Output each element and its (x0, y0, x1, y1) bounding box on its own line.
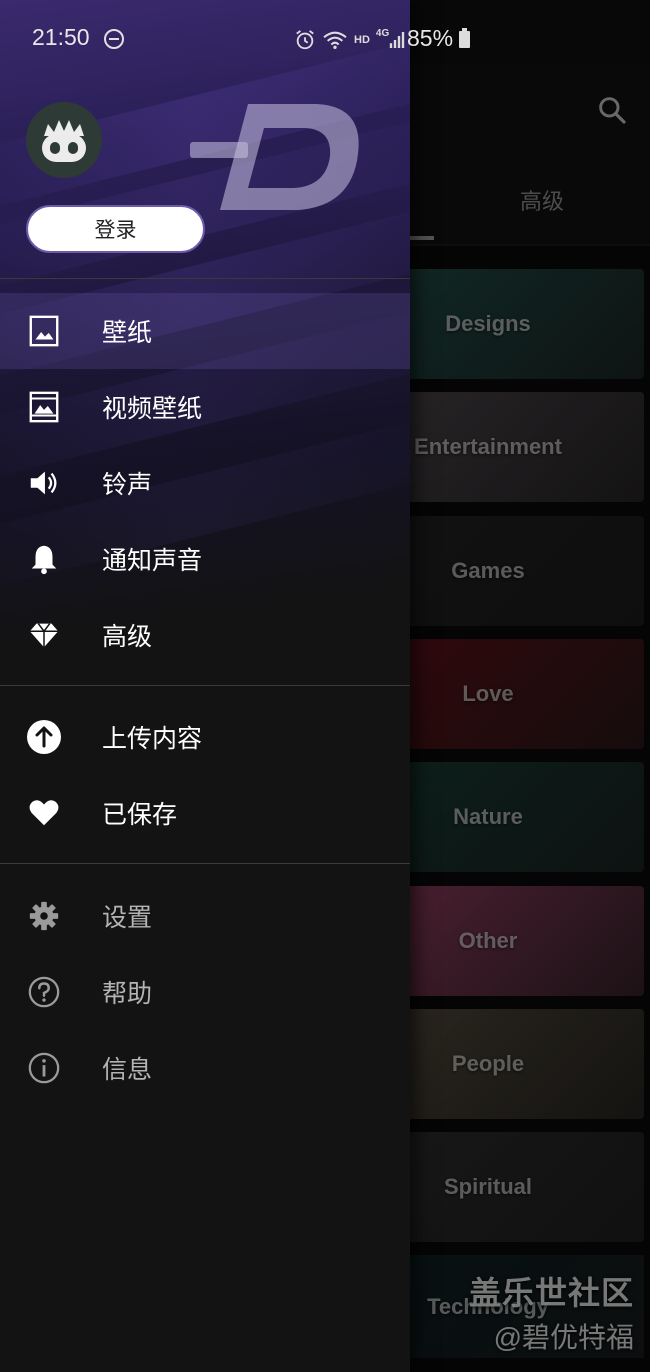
video-wallpaper-icon (26, 389, 62, 425)
alarm-icon (296, 30, 314, 50)
hd-indicator: HD (354, 34, 370, 46)
menu-label: 通知声音 (102, 547, 203, 575)
menu-item-upload[interactable]: 上传内容 (0, 699, 410, 775)
menu-item-notification-sounds[interactable]: 通知声音 (0, 521, 410, 597)
menu-item-info[interactable]: 信息 (0, 1030, 410, 1106)
gear-icon (26, 898, 62, 934)
menu-label: 壁纸 (102, 319, 153, 347)
image-icon (26, 313, 62, 349)
monster-avatar-icon (42, 120, 86, 162)
menu-item-ringtones[interactable]: 铃声 (0, 445, 410, 521)
signal-icon (390, 32, 405, 48)
upload-icon (26, 719, 62, 755)
menu-item-video-wallpapers[interactable]: 视频壁纸 (0, 369, 410, 445)
menu-label: 设置 (102, 904, 153, 932)
section-divider (0, 863, 410, 864)
help-icon (26, 974, 62, 1010)
menu-label: 帮助 (102, 980, 153, 1008)
menu-item-premium[interactable]: 高级 (0, 597, 410, 673)
menu-item-wallpapers[interactable]: 壁纸 (0, 293, 410, 369)
menu-label: 上传内容 (102, 725, 203, 753)
avatar[interactable] (26, 102, 102, 178)
status-icons: HD 4G (294, 28, 405, 52)
info-icon (26, 1050, 62, 1086)
wifi-icon (323, 31, 347, 49)
header-divider (0, 278, 410, 279)
bell-icon (26, 541, 62, 577)
clock: 21:50 (32, 24, 90, 50)
menu-label: 视频壁纸 (102, 395, 203, 423)
heart-icon (26, 795, 62, 831)
menu-label: 铃声 (102, 471, 153, 499)
menu-label: 已保存 (102, 801, 178, 829)
network-type: 4G (375, 27, 390, 39)
menu-item-settings[interactable]: 设置 (0, 878, 410, 954)
menu-item-help[interactable]: 帮助 (0, 954, 410, 1030)
drawer-scrim[interactable] (410, 0, 650, 1372)
status-bar: 21:50 HD 4G 85% (0, 0, 650, 64)
zedge-logo (190, 104, 359, 210)
login-button[interactable]: 登录 (26, 205, 205, 253)
menu-item-saved[interactable]: 已保存 (0, 775, 410, 851)
do-not-disturb-icon (104, 29, 124, 49)
section-divider (0, 685, 410, 686)
navigation-drawer: 登录 壁纸 视频壁纸 铃声 通知声音 高级 上传内容 已保存 设置 帮助 信息 (0, 0, 410, 1372)
battery-icon (459, 28, 470, 48)
drawer-header: 登录 (0, 64, 410, 278)
battery-percent: 85% (407, 25, 454, 51)
menu-label: 信息 (102, 1056, 153, 1084)
speaker-icon (26, 465, 62, 501)
menu-label: 高级 (102, 623, 153, 651)
diamond-icon (26, 617, 62, 653)
